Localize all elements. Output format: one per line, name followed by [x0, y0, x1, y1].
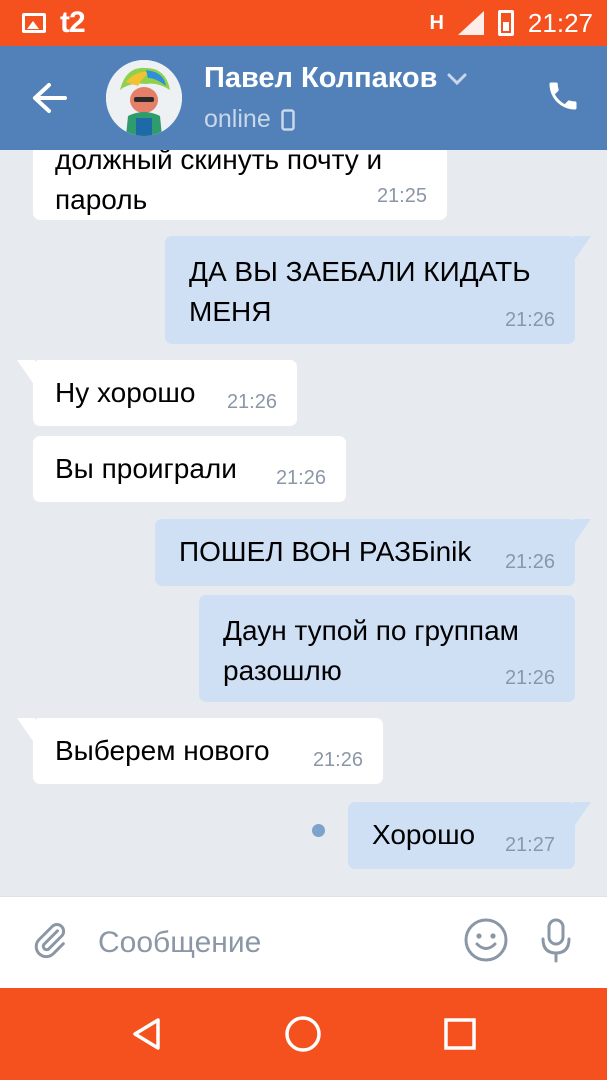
message-time: 21:26: [504, 309, 555, 331]
message-incoming[interactable]: должный скинуть почту и пароль 21:25: [33, 150, 447, 220]
message-time: 21:26: [504, 667, 555, 689]
carrier-label: t2: [60, 6, 86, 39]
smiley-icon: [464, 918, 508, 962]
paperclip-icon: [34, 923, 66, 959]
clock: 21:27: [527, 7, 593, 38]
message-incoming[interactable]: Выберем нового 21:26: [17, 718, 383, 784]
message-text: Вы проиграли: [55, 453, 237, 484]
contact-avatar[interactable]: [106, 60, 182, 136]
message-time: 21:26: [504, 551, 555, 573]
network-type: H: [429, 11, 444, 34]
image-notification-icon: [22, 13, 46, 33]
signal-icon: [457, 11, 484, 35]
mobile-device-icon: [280, 108, 295, 131]
unread-indicator: [312, 824, 325, 837]
chat-header: Павел Колпаков online: [0, 46, 607, 150]
message-text: Выберем нового: [55, 735, 270, 766]
message-time: 21:26: [312, 749, 363, 771]
back-button[interactable]: [0, 46, 100, 150]
message-text: Ну хорошо: [55, 377, 196, 408]
system-navigation-bar: [0, 988, 607, 1080]
message-text: Хорошо: [372, 819, 476, 850]
back-triangle-icon[interactable]: [130, 1017, 164, 1051]
emoji-button[interactable]: [463, 917, 509, 968]
message-outgoing[interactable]: ДА ВЫ ЗАЕБАЛИ КИДАТЬ МЕНЯ 21:26: [165, 236, 591, 344]
voice-message-button[interactable]: [539, 917, 573, 968]
message-outgoing[interactable]: Даун тупой по группам разошлю 21:26: [199, 595, 575, 702]
contact-name[interactable]: Павел Колпаков: [204, 62, 437, 95]
phone-icon: [549, 82, 577, 110]
message-text: МЕНЯ: [189, 296, 272, 327]
recents-square-icon[interactable]: [443, 1017, 477, 1051]
message-incoming[interactable]: Вы проиграли 21:26: [33, 436, 346, 502]
attach-button[interactable]: [30, 920, 70, 965]
arrow-left-icon: [33, 83, 67, 113]
message-input[interactable]: [98, 925, 398, 960]
call-button[interactable]: [545, 78, 581, 119]
status-bar: t2 H 21:27: [0, 0, 607, 46]
message-time: 21:27: [504, 834, 555, 856]
message-text: пароль: [55, 184, 148, 215]
message-outgoing[interactable]: Хорошо 21:27: [348, 802, 591, 869]
message-text: должный скинуть почту и: [55, 150, 383, 175]
battery-icon: [497, 10, 514, 36]
chevron-down-icon[interactable]: [447, 73, 467, 85]
message-text: ДА ВЫ ЗАЕБАЛИ КИДАТЬ: [189, 256, 531, 287]
home-circle-icon[interactable]: [284, 1015, 322, 1053]
contact-status: online: [204, 105, 271, 133]
message-incoming[interactable]: Ну хорошо 21:26: [17, 360, 297, 426]
message-time: 21:26: [226, 391, 277, 413]
message-text: ПОШЕЛ ВОН РАЗБinik: [179, 536, 472, 567]
message-list[interactable]: должный скинуть почту и пароль 21:25 ДА …: [0, 150, 607, 896]
message-text: Даун тупой по группам: [223, 615, 519, 646]
message-time: 21:25: [376, 185, 427, 207]
message-composer: [0, 896, 607, 988]
message-time: 21:26: [275, 467, 326, 489]
message-text: разошлю: [223, 655, 342, 686]
message-outgoing[interactable]: ПОШЕЛ ВОН РАЗБinik 21:26: [155, 519, 591, 586]
avatar-image: [106, 60, 182, 136]
microphone-icon: [541, 918, 571, 963]
